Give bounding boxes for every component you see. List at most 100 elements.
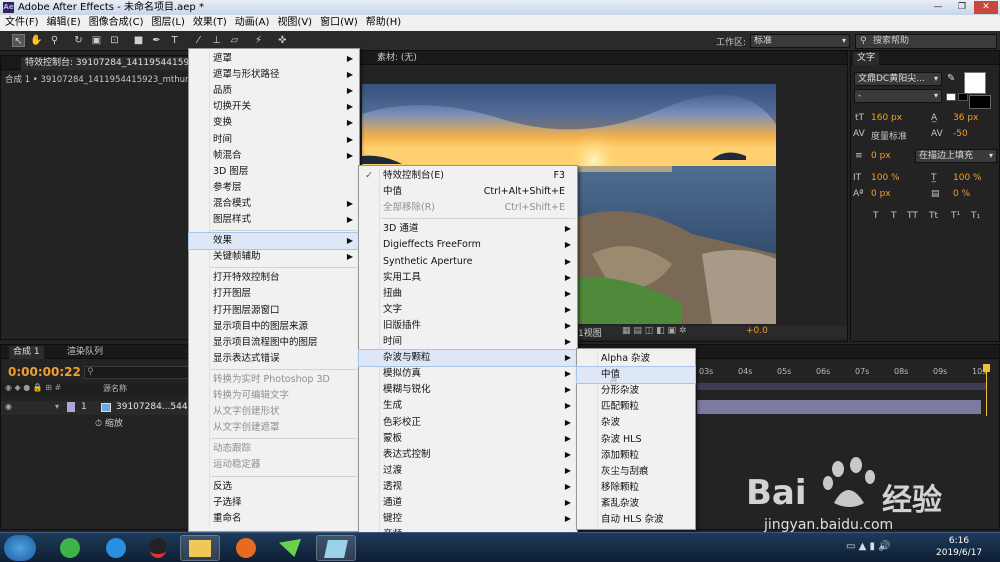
black-swatch[interactable] [958, 93, 968, 101]
tracking-value[interactable]: -50 [953, 129, 968, 139]
white-swatch[interactable] [946, 93, 956, 101]
effect-submenu-item[interactable]: 色彩校正 ▶ [359, 415, 577, 431]
menu-view[interactable]: 视图(V) [274, 15, 315, 31]
small-caps-button[interactable]: Tt [929, 211, 938, 221]
fill-color-swatch[interactable] [964, 72, 986, 94]
horizontal-scale-value[interactable]: 100 % [953, 173, 982, 183]
effect-submenu-item[interactable]: 模糊与锐化 ▶ [359, 382, 577, 398]
tsume-value[interactable]: 0 % [953, 189, 970, 199]
tray-icons[interactable]: ▭ ▲ ▮ 🔊 [846, 541, 891, 552]
noise-submenu-item[interactable]: 添加颗粒 [577, 448, 695, 464]
taskbar-app-media-icon[interactable] [270, 535, 310, 561]
context-menu-item[interactable]: 变换 ▶ [189, 115, 359, 131]
context-menu-item[interactable]: 打开图层 [189, 286, 359, 302]
menu-effect[interactable]: 效果(T) [190, 15, 230, 31]
baseline-shift-value[interactable]: 0 px [871, 189, 891, 199]
effect-submenu-item[interactable]: 通道 ▶ [359, 495, 577, 511]
effect-submenu-item[interactable]: 旧版插件 ▶ [359, 318, 577, 334]
pan-behind-tool-icon[interactable]: ⊡ [108, 34, 121, 47]
roto-brush-tool-icon[interactable]: ⚡ [252, 34, 265, 47]
menu-composition[interactable]: 图像合成(C) [86, 15, 147, 31]
pen-tool-icon[interactable]: ✒ [150, 34, 163, 47]
context-menu-item[interactable]: 帧混合 ▶ [189, 148, 359, 164]
noise-submenu-item[interactable]: 匹配颗粒 [577, 399, 695, 415]
faux-italic-button[interactable]: T [891, 211, 897, 221]
taskbar-app-360-icon[interactable] [50, 535, 90, 561]
tab-footage[interactable]: 素材: (无) [373, 52, 421, 65]
menu-window[interactable]: 窗口(W) [317, 15, 361, 31]
context-menu-item[interactable]: 打开图层源窗口 [189, 303, 359, 319]
effect-submenu-item[interactable]: Synthetic Aperture ▶ [359, 254, 577, 270]
taskbar-app-explorer-icon[interactable] [180, 535, 220, 561]
context-menu-item[interactable]: 切换开关 ▶ [189, 99, 359, 115]
context-menu-item[interactable]: 重命名 [189, 511, 359, 527]
stopwatch-icon[interactable]: ⏱ [95, 419, 102, 429]
context-menu-item[interactable]: 参考层 [189, 180, 359, 196]
current-timecode[interactable]: 0:00:00:22 [8, 365, 81, 379]
noise-submenu-item[interactable]: 杂波 [577, 415, 695, 431]
kerning-value[interactable]: 度量标准 [871, 129, 907, 142]
selection-tool-icon[interactable]: ↖ [12, 34, 25, 47]
work-area-bar[interactable] [697, 383, 987, 390]
taskbar-app-firefox-icon[interactable] [226, 535, 266, 561]
noise-submenu-item[interactable]: 中值 [576, 366, 696, 385]
effect-submenu-item[interactable]: 中值 Ctrl+Alt+Shift+E [359, 184, 577, 200]
timeline-search-input[interactable]: ⚲ [84, 366, 190, 379]
brush-tool-icon[interactable]: ⁄ [192, 34, 205, 47]
taskbar-clock[interactable]: 6:16 2019/6/17 [936, 535, 982, 559]
font-size-value[interactable]: 160 px [871, 113, 902, 123]
table-row[interactable]: ◉ ▾ 1 39107284...5441592 [1, 401, 210, 415]
clone-stamp-tool-icon[interactable]: ⊥ [210, 34, 223, 47]
menu-file[interactable]: 文件(F) [2, 15, 42, 31]
context-menu-item[interactable]: 打开特效控制台 [189, 270, 359, 286]
menu-layer[interactable]: 图层(L) [148, 15, 187, 31]
faux-bold-button[interactable]: T [873, 211, 879, 221]
rotate-tool-icon[interactable]: ↻ [72, 34, 85, 47]
workspace-dropdown[interactable]: 标准 [750, 34, 850, 48]
noise-submenu-item[interactable]: Alpha 杂波 [577, 351, 695, 367]
minimize-button[interactable]: — [926, 1, 950, 14]
tab-render-queue[interactable]: 渲染队列 [63, 346, 107, 359]
effect-submenu-item[interactable]: 文字 ▶ [359, 302, 577, 318]
noise-submenu-item[interactable]: 紊乱杂波 [577, 496, 695, 512]
context-menu-item[interactable]: 显示项目流程图中的图层 [189, 335, 359, 351]
context-menu-item[interactable]: 混合模式 ▶ [189, 196, 359, 212]
context-menu-item[interactable]: 3D 图层 [189, 164, 359, 180]
zoom-tool-icon[interactable]: ⚲ [48, 34, 61, 47]
vertical-scale-value[interactable]: 100 % [871, 173, 900, 183]
maximize-button[interactable]: ❐ [950, 1, 974, 14]
playhead[interactable] [981, 364, 993, 416]
context-menu-item[interactable]: 图层样式 ▶ [189, 212, 359, 228]
effect-submenu-item[interactable]: 扭曲 ▶ [359, 286, 577, 302]
label-color-swatch[interactable] [67, 402, 75, 412]
start-button[interactable] [4, 535, 36, 561]
layer-duration-bar[interactable] [697, 400, 981, 414]
stroke-mode-dropdown[interactable]: 在描边上填充 [915, 149, 997, 163]
effect-submenu-item[interactable]: 键控 ▶ [359, 511, 577, 527]
context-menu-item[interactable]: 遮罩与形状路径 ▶ [189, 67, 359, 83]
effect-submenu-item[interactable]: 过渡 ▶ [359, 463, 577, 479]
effect-submenu-item[interactable]: 模拟仿真 ▶ [359, 366, 577, 382]
context-menu-item[interactable]: 遮罩 ▶ [189, 51, 359, 67]
stroke-color-swatch[interactable] [969, 95, 991, 109]
close-button[interactable]: ✕ [974, 1, 998, 14]
noise-submenu-item[interactable]: 杂波 HLS [577, 432, 695, 448]
text-tool-icon[interactable]: T [168, 34, 181, 47]
taskbar-app-ie-icon[interactable] [96, 535, 136, 561]
tab-character[interactable]: 文字 [853, 52, 880, 65]
context-menu-item[interactable]: 关键帧辅助 ▶ [189, 249, 359, 265]
taskbar-app-after-effects-icon[interactable] [316, 535, 356, 561]
stroke-width-value[interactable]: 0 px [871, 151, 891, 161]
puppet-tool-icon[interactable]: ✜ [276, 34, 289, 47]
effect-submenu-item[interactable]: ✓ 特效控制台(E) F3 [359, 168, 577, 184]
context-menu-item[interactable]: 显示表达式错误 [189, 351, 359, 367]
context-menu-item[interactable]: 效果 ▶ [188, 232, 360, 251]
menu-help[interactable]: 帮助(H) [363, 15, 404, 31]
rectangle-tool-icon[interactable]: ■ [132, 34, 145, 47]
effect-submenu-item[interactable]: 实用工具 ▶ [359, 270, 577, 286]
superscript-button[interactable]: T¹ [951, 211, 960, 221]
eraser-tool-icon[interactable]: ▱ [228, 34, 241, 47]
taskbar-app-qq-icon[interactable] [138, 535, 178, 561]
context-menu-item[interactable]: 品质 ▶ [189, 83, 359, 99]
visibility-eye-icon[interactable]: ◉ [5, 402, 12, 411]
